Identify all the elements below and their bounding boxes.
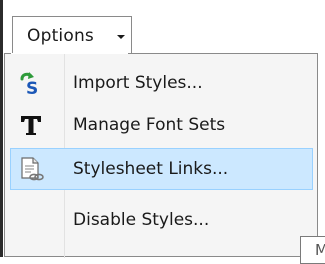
menu-item-disable-styles[interactable]: Disable Styles... bbox=[10, 199, 313, 241]
import-styles-icon: S bbox=[18, 70, 44, 99]
chevron-down-icon bbox=[117, 35, 125, 39]
options-label: Options bbox=[27, 26, 94, 46]
menu-item-stylesheet-links[interactable]: Stylesheet Links... bbox=[10, 148, 313, 190]
menu-item-label: Disable Styles... bbox=[73, 210, 210, 230]
tooltip-partial: M bbox=[300, 236, 325, 264]
font-sets-icon bbox=[18, 112, 44, 138]
menu-item-label: Import Styles... bbox=[73, 73, 203, 93]
svg-text:S: S bbox=[26, 79, 38, 96]
menu-item-import-styles[interactable]: S Import Styles... bbox=[10, 62, 313, 104]
menu-item-label: Stylesheet Links... bbox=[73, 159, 229, 179]
stylesheet-links-icon bbox=[18, 156, 44, 182]
options-menu-button[interactable]: Options bbox=[12, 16, 132, 54]
menu-item-manage-font-sets[interactable]: Manage Font Sets bbox=[10, 104, 313, 146]
menu-item-label: Manage Font Sets bbox=[73, 115, 226, 135]
window-frame-edge bbox=[0, 0, 3, 257]
tooltip-text: M bbox=[315, 241, 325, 259]
options-dropdown-menu: S Import Styles... Manage Font Sets Styl… bbox=[4, 53, 318, 258]
